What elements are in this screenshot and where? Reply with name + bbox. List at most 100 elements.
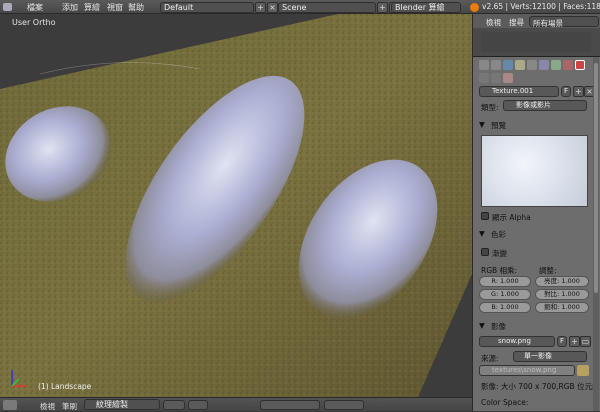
scene-add-button[interactable]: + [377,2,388,13]
image-f-label: F [560,337,565,345]
red-multiplier-field[interactable]: R: 1.000 [479,276,531,287]
scrollbar-thumb[interactable] [594,63,598,293]
colors-title: 色彩 [491,230,506,239]
menu-brush[interactable]: 筆刷 [62,401,77,412]
shading-selector[interactable] [163,400,185,410]
menu-add[interactable]: 添加 [62,2,78,13]
editor-type-icon[interactable] [3,3,12,11]
outliner-search-menu[interactable]: 搜尋 [509,17,524,28]
texture-add-button[interactable]: + [573,86,584,97]
colors-section-header[interactable]: ▼ 色彩 [475,227,589,240]
terrain-render [0,14,472,397]
image-title: 影像 [491,322,506,331]
texture-name: Texture.001 [492,87,534,95]
collapse-arrow-icon: ▼ [479,321,485,330]
menu-render[interactable]: 算繪 [84,2,100,13]
image-section-header[interactable]: ▼ 影像 [475,319,589,332]
saturation-value: 飽和: 1.000 [544,303,580,311]
green-multiplier-field[interactable]: G: 1.000 [479,289,531,300]
texture-type-value: 影像或影片 [516,101,551,109]
preview-section-header[interactable]: ▼ 預覽 [475,118,589,131]
ramp-checkbox[interactable] [481,248,489,256]
outliner-view-menu[interactable]: 檢視 [486,17,501,28]
layout-selector[interactable]: Default [160,2,254,13]
render-engine-selector[interactable]: Blender 算繪 [391,2,461,13]
render-preview-button[interactable] [324,400,364,410]
scene-stats: v2.65 | Verts:12100 | Faces:11881 | Ob [482,2,600,11]
active-object-label: (1) Landscape [38,382,92,391]
brightness-field[interactable]: 亮度: 1.000 [535,276,589,287]
view3d-editor-icon[interactable] [3,400,17,410]
layout-name: Default [164,3,194,12]
material-tab-icon[interactable] [563,60,573,70]
type-label: 類型: [481,103,499,112]
rgb-multiply-label: RGB 相乘: [481,266,518,275]
properties-panel: 檢視 搜尋 所有場景 Texture.001 F + × 類型: 影像或影片 ▼… [472,14,600,411]
constraints-tab-icon[interactable] [527,60,537,70]
image-name: snow.png [498,337,531,345]
mode-name: 紋理繪製 [96,400,128,409]
3d-view-header: 檢視 筆刷 紋理繪製 [0,397,472,411]
blue-multiplier-field[interactable]: B: 1.000 [479,302,531,313]
image-open-button[interactable]: ▭ [580,336,591,347]
3d-viewport[interactable]: User Ortho (1) Landscape [0,14,472,397]
scene-selector[interactable]: Scene [278,2,376,13]
collapse-arrow-icon: ▼ [479,120,485,129]
preview-title: 預覽 [491,121,506,130]
show-alpha-label: 顯示 Alpha [492,213,531,222]
outliner-filter-dropdown[interactable]: 所有場景 [529,16,599,28]
outliner-tree[interactable] [481,32,591,52]
texture-name-field[interactable]: Texture.001 [479,86,559,97]
render-tab-icon[interactable] [479,60,489,70]
outliner-filter-value: 所有場景 [533,19,563,28]
material-slot-icon[interactable] [491,73,501,83]
properties-tabs [477,58,593,84]
modifiers-tab-icon[interactable] [539,60,549,70]
axis-gizmo [11,370,26,387]
layout-remove-button[interactable]: × [267,2,278,13]
scene-tab-icon[interactable] [491,60,501,70]
texture-type-dropdown[interactable]: 影像或影片 [503,100,587,111]
image-source-dropdown[interactable]: 單一影像 [513,351,587,362]
collapse-arrow-icon: ▼ [479,229,485,238]
image-add-button[interactable]: + [569,336,580,347]
contrast-field[interactable]: 對比: 1.000 [535,289,589,300]
image-path-field[interactable]: textures\snow.png [479,365,575,376]
texture-fake-user-button[interactable]: F [561,86,571,97]
file-browse-icon[interactable] [577,365,589,376]
image-fake-user-button[interactable]: F [557,336,567,347]
ramp-label: 漸變 [492,249,507,258]
green-value: G: 1.000 [491,290,519,298]
texture-slot-icon[interactable] [503,73,513,83]
texture-f-label: F [564,87,569,95]
layer-buttons[interactable] [260,400,320,410]
menu-file[interactable]: 檔案 [27,2,43,13]
data-tab-icon[interactable] [551,60,561,70]
scene-name: Scene [282,3,307,12]
menu-window[interactable]: 視窗 [107,2,123,13]
brush-texture-icon[interactable] [479,73,489,83]
render-engine-name: Blender 算繪 [395,3,445,12]
image-info: 影像: 大小 700 x 700,RGB 位元組 [481,382,600,391]
brightness-value: 亮度: 1.000 [544,277,580,285]
adjust-label: 調整: [539,266,557,275]
menu-view[interactable]: 檢視 [40,401,55,412]
outliner-header: 檢視 搜尋 所有場景 [473,14,600,28]
texture-tab-icon[interactable] [575,60,585,70]
color-space-label: Color Space: [481,398,529,407]
texture-preview [481,135,588,207]
view-label: User Ortho [12,18,56,27]
blue-value: B: 1.000 [491,303,519,311]
properties-scrollbar[interactable] [593,57,599,411]
menu-help[interactable]: 幫助 [128,2,144,13]
pivot-selector[interactable] [188,400,208,410]
blender-logo-icon [470,3,479,12]
world-tab-icon[interactable] [503,60,513,70]
mode-selector[interactable]: 紋理繪製 [84,399,160,410]
source-label: 來源: [481,354,499,363]
show-alpha-checkbox[interactable] [481,212,489,220]
layout-add-button[interactable]: + [255,2,266,13]
object-tab-icon[interactable] [515,60,525,70]
image-name-field[interactable]: snow.png [479,336,555,347]
saturation-field[interactable]: 飽和: 1.000 [535,302,589,313]
